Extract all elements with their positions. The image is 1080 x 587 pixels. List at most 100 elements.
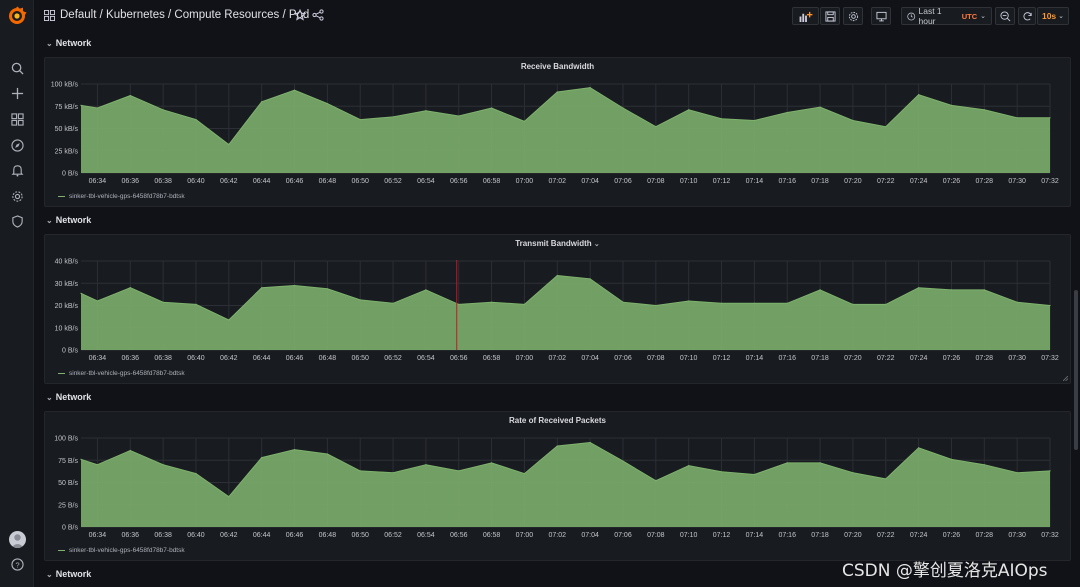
legend-item[interactable]: sinker-tbl-vehicle-gps-6458fd78b7-bdtsk (58, 547, 185, 554)
x-tick-label: 06:36 (122, 532, 140, 539)
chevron-down-icon: ⌄ (980, 13, 986, 20)
dashboard-settings-button[interactable] (843, 7, 863, 25)
x-tick-label: 06:34 (89, 532, 107, 539)
data-point (1016, 301, 1018, 303)
x-tick-label: 07:06 (614, 532, 632, 539)
cycle-view-mode-button[interactable] (871, 7, 891, 25)
x-tick-label: 07:00 (516, 178, 534, 185)
x-tick-label: 06:46 (286, 355, 304, 362)
panel-transmit-bandwidth[interactable]: Transmit Bandwidth ⌄ 40 kB/s 30 kB/s 20 kB… (44, 234, 1071, 384)
data-point (392, 302, 394, 304)
data-point (293, 89, 296, 91)
legend-item[interactable]: sinker-tbl-vehicle-gps-6458fd78b7-bdtsk (58, 370, 185, 377)
data-point (786, 462, 788, 464)
refresh-button[interactable] (1018, 7, 1036, 25)
row-title: Network (55, 215, 92, 225)
data-point (129, 95, 131, 97)
resize-handle-icon[interactable] (1063, 376, 1068, 381)
x-tick-label: 07:22 (877, 355, 895, 362)
data-point (458, 470, 460, 472)
dashboard-grid-icon (44, 10, 55, 21)
watermark-text: CSDN @擎创夏洛克AIOps (842, 561, 1048, 581)
data-point (162, 301, 164, 303)
refresh-interval-picker[interactable]: 10s ⌄ (1037, 7, 1069, 25)
data-point (425, 110, 427, 112)
x-tick-label: 07:20 (844, 532, 862, 539)
received-packets-chart[interactable]: 100 B/s 75 B/s 50 B/s 25 B/s 0 B/s 06:34 06:36… (45, 412, 1072, 562)
x-tick-label: 07:18 (811, 532, 829, 539)
data-point (523, 473, 525, 475)
x-tick-label: 06:48 (319, 178, 337, 185)
x-tick-label: 07:00 (516, 355, 534, 362)
grafana-logo-icon[interactable] (7, 6, 27, 26)
x-tick-label: 06:54 (417, 178, 435, 185)
x-tick-label: 06:52 (384, 355, 402, 362)
x-tick-label: 07:16 (778, 532, 796, 539)
time-range-picker[interactable]: Last 1 hour UTC ⌄ (901, 6, 992, 26)
star-icon[interactable] (294, 9, 306, 21)
plus-icon[interactable] (0, 81, 34, 105)
y-tick-label: 25 B/s (58, 502, 78, 509)
help-icon[interactable]: ? (0, 552, 34, 576)
x-tick-label: 06:42 (220, 532, 238, 539)
panel-receive-bandwidth[interactable]: Receive Bandwidth 100 kB/s 75 kB/s 50 kB/s… (44, 57, 1071, 207)
data-point (819, 289, 821, 291)
transmit-bandwidth-chart[interactable]: 40 kB/s 30 kB/s 20 kB/s 10 kB/s 0 B/s 06:34 06… (45, 235, 1072, 385)
data-point (523, 120, 525, 122)
x-tick-label: 07:12 (713, 355, 731, 362)
data-point (261, 457, 263, 459)
configuration-icon[interactable] (0, 184, 34, 208)
y-tick-label: 100 kB/s (51, 82, 79, 89)
search-icon[interactable] (0, 56, 34, 80)
add-panel-button[interactable] (792, 7, 819, 25)
x-tick-label: 07:24 (910, 355, 928, 362)
x-tick-label: 06:52 (384, 532, 402, 539)
dashboards-icon[interactable] (0, 107, 34, 131)
y-tick-label: 40 kB/s (55, 259, 79, 266)
explore-icon[interactable] (0, 133, 34, 157)
data-point (688, 465, 690, 467)
alerting-icon[interactable] (0, 158, 34, 182)
legend-item[interactable]: sinker-tbl-vehicle-gps-6458fd78b7-bdtsk (58, 193, 185, 200)
data-point (950, 458, 953, 460)
data-point (195, 303, 197, 305)
x-tick-label: 07:12 (713, 178, 731, 185)
x-tick-label: 07:32 (1041, 532, 1059, 539)
x-tick-label: 07:28 (976, 178, 994, 185)
data-point (326, 453, 328, 455)
row-network-3[interactable]: ⌄ Network (46, 392, 91, 402)
x-tick-label: 07:10 (680, 355, 698, 362)
row-network-2[interactable]: ⌄ Network (46, 215, 91, 225)
x-tick-label: 06:34 (89, 178, 107, 185)
zoom-out-icon (999, 10, 1010, 21)
row-network-1[interactable]: ⌄ Network (46, 38, 91, 48)
save-dashboard-button[interactable] (820, 7, 840, 25)
x-tick-label: 06:52 (384, 178, 402, 185)
x-tick-label: 07:20 (844, 355, 862, 362)
row-network-4[interactable]: ⌄ Network (46, 569, 91, 579)
panel-received-packets[interactable]: Rate of Received Packets 100 B/s 75 B/s 50… (44, 411, 1071, 561)
data-point (1016, 117, 1018, 119)
legend-label: sinker-tbl-vehicle-gps-6458fd78b7-bdtsk (69, 547, 185, 554)
share-icon[interactable] (312, 9, 324, 21)
data-point (950, 104, 953, 106)
user-avatar[interactable] (9, 531, 26, 548)
receive-bandwidth-chart[interactable]: 100 kB/s 75 kB/s 50 kB/s 25 kB/s 0 B/s 06:34 0… (45, 58, 1072, 208)
shield-icon[interactable] (0, 209, 34, 233)
data-point (852, 303, 854, 305)
breadcrumb[interactable]: Default / Kubernetes / Compute Resources… (60, 9, 309, 21)
data-point (1049, 304, 1051, 307)
sidebar: ? (0, 0, 34, 587)
refresh-icon (1022, 11, 1032, 20)
legend-swatch (58, 549, 65, 552)
x-tick-label: 06:48 (319, 532, 337, 539)
series-area (81, 275, 1050, 350)
page-scrollbar[interactable] (1074, 290, 1078, 450)
y-tick-label: 0 B/s (62, 525, 78, 532)
data-point (753, 302, 756, 304)
monitor-icon (875, 11, 887, 21)
zoom-out-button[interactable] (995, 7, 1015, 25)
data-point (1049, 470, 1051, 472)
x-tick-label: 07:02 (549, 355, 567, 362)
data-point (885, 303, 887, 305)
